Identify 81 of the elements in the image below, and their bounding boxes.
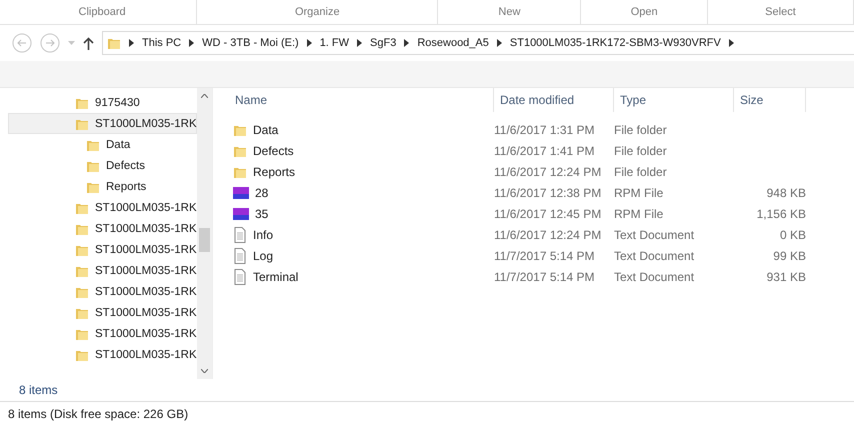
size-cell-text: 99 KB: [772, 248, 806, 262]
folder-icon: [107, 36, 121, 50]
type-cell-text: RPM File: [614, 206, 664, 220]
breadcrumb[interactable]: SgF3: [370, 37, 396, 49]
date-cell-text: 11/6/2017 1:41 PM: [494, 144, 596, 158]
tree-item[interactable]: ST1000LM035-1RK: [0, 302, 197, 323]
size-cell-text: 931 KB: [766, 270, 806, 284]
date-cell-text: 11/7/2017 5:14 PM: [494, 270, 596, 284]
tree-item[interactable]: ST1000LM035-1RK: [8, 113, 197, 134]
breadcrumb[interactable]: This PC: [142, 37, 182, 49]
date-cell-text: 11/6/2017 12:24 PM: [494, 228, 602, 242]
breadcrumb[interactable]: Rosewood_A5: [417, 37, 489, 49]
type-cell-text: File folder: [614, 144, 668, 158]
chevron-icon: [728, 39, 734, 47]
ribbon-group-label: Open: [581, 0, 708, 24]
column-header[interactable]: Date modified: [494, 88, 614, 112]
chevron-icon: [496, 39, 502, 47]
file-name[interactable]: Data: [253, 122, 278, 136]
address-bar[interactable]: This PC WD - 3TB - Moi (E:) 1. FW SgF3 Rosewood_A5 ST1000LM035-1RK172-SBM3-W930VRFV: [102, 31, 854, 55]
tree-item[interactable]: Data: [0, 134, 197, 155]
chevron-icon: [189, 39, 194, 47]
type-cell-text: Text Document: [614, 270, 696, 284]
ribbon-group-label: Organize: [197, 0, 438, 24]
forward-button[interactable]: [40, 33, 60, 53]
file-name[interactable]: Info: [253, 228, 274, 242]
column-header[interactable]: Name: [233, 88, 494, 112]
chevron-icon: [357, 39, 362, 47]
file-name[interactable]: Terminal: [253, 270, 298, 284]
type-cell-text: Text Document: [614, 228, 696, 242]
chevron-icon: [404, 39, 410, 47]
tree-item[interactable]: ST1000LM035-1RK: [0, 281, 197, 302]
type-cell-text: File folder: [614, 164, 668, 178]
tree-item[interactable]: Reports: [0, 176, 197, 197]
back-button[interactable]: [12, 33, 32, 53]
tree-item[interactable]: ST1000LM035-1RK: [0, 197, 197, 218]
column-header[interactable]: Size: [734, 88, 806, 112]
breadcrumb[interactable]: ST1000LM035-1RK172-SBM3-W930VRFV: [510, 37, 721, 49]
file-name[interactable]: 35: [255, 206, 268, 220]
date-cell-text: 11/7/2017 5:14 PM: [494, 248, 596, 262]
tree-item[interactable]: Defects: [0, 155, 197, 176]
hex-file-icon: [233, 186, 249, 200]
scrollbar[interactable]: [197, 88, 212, 379]
file-name[interactable]: Defects: [253, 144, 294, 158]
date-cell-text: 11/6/2017 1:31 PM: [494, 122, 596, 136]
status-text: 8 items (Disk free space: 226 GB): [8, 407, 188, 421]
ribbon-group-label: Select: [708, 0, 854, 24]
scrollbar-thumb[interactable]: [199, 228, 210, 252]
item-count: 8 items: [19, 383, 58, 397]
hex-file-icon: [233, 206, 249, 220]
size-cell-text: 1,156 KB: [756, 206, 806, 220]
chevron-icon: [129, 39, 134, 47]
file-name[interactable]: Log: [253, 248, 274, 262]
recent-dropdown-icon[interactable]: [68, 41, 75, 45]
up-arrow-icon[interactable]: [83, 36, 94, 50]
type-cell-text: RPM File: [614, 186, 664, 200]
tree-item[interactable]: ST1000LM035-1RK: [0, 218, 197, 239]
tree-item[interactable]: ST1000LM035-1RK: [0, 323, 197, 344]
text-file-icon: [233, 226, 247, 242]
column-header[interactable]: Type: [614, 88, 734, 112]
chevron-icon: [306, 39, 312, 47]
size-cell-text: 0 KB: [778, 228, 806, 242]
ribbon-group-label: Clipboard: [8, 0, 198, 24]
file-name[interactable]: 28: [255, 186, 268, 200]
ribbon-group-label: New: [438, 0, 582, 24]
scroll-down-icon[interactable]: [201, 369, 208, 373]
type-cell-text: File folder: [614, 122, 668, 136]
text-file-icon: [233, 248, 247, 264]
tree-item[interactable]: ST1000LM035-1RK: [0, 239, 197, 260]
text-file-icon: [233, 268, 247, 284]
breadcrumb[interactable]: 1. FW: [320, 37, 350, 49]
date-cell-text: 11/6/2017 12:38 PM: [494, 186, 602, 200]
date-cell-text: 11/6/2017 12:24 PM: [494, 164, 602, 178]
type-cell-text: Text Document: [614, 248, 696, 262]
size-cell-text: 948 KB: [766, 186, 806, 200]
tree-item[interactable]: 9175430: [0, 92, 197, 113]
tree-item[interactable]: ST1000LM035-1RK: [0, 344, 197, 365]
tree-item[interactable]: ST1000LM035-1RK: [0, 260, 197, 281]
scroll-up-icon[interactable]: [201, 94, 208, 98]
file-name[interactable]: Reports: [253, 164, 296, 178]
breadcrumb[interactable]: WD - 3TB - Moi (E:): [202, 37, 299, 49]
date-cell-text: 11/6/2017 12:45 PM: [494, 206, 602, 220]
